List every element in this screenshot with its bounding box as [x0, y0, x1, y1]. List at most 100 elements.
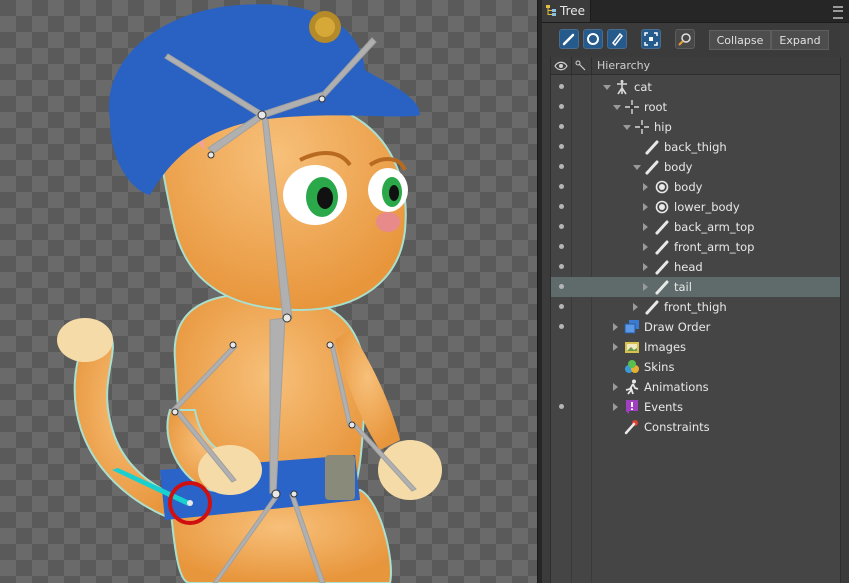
events-icon	[626, 400, 638, 414]
tree-node-label: Events	[644, 400, 683, 414]
tree-node-label: Draw Order	[644, 320, 711, 334]
expand-arrow-icon[interactable]	[643, 283, 648, 291]
tree-row-body[interactable]: body	[551, 157, 840, 177]
tab-label: Tree	[560, 4, 586, 18]
root-bone-icon	[635, 120, 649, 134]
editor-viewport[interactable]	[0, 0, 537, 583]
tree-row-front-thigh[interactable]: front_thigh	[551, 297, 840, 317]
tree-node-label: tail	[674, 280, 692, 294]
tree-row-hip[interactable]: hip	[551, 117, 840, 137]
visibility-toggle[interactable]	[559, 164, 564, 169]
show-slots-button[interactable]	[583, 29, 603, 49]
tree-row-constraints[interactable]: Constraints	[551, 417, 840, 437]
tree-node-label: head	[674, 260, 703, 274]
tree-node-label: front_thigh	[664, 300, 727, 314]
visibility-toggle[interactable]	[559, 244, 564, 249]
hierarchy-header-label: Hierarchy	[597, 59, 651, 72]
tree-row-animations[interactable]: Animations	[551, 377, 840, 397]
tree-row-body[interactable]: body	[551, 177, 840, 197]
expand-arrow-icon[interactable]	[613, 343, 618, 351]
visibility-toggle[interactable]	[559, 224, 564, 229]
tree-row-root[interactable]: root	[551, 97, 840, 117]
visibility-toggle[interactable]	[559, 404, 564, 409]
focus-button[interactable]	[641, 29, 661, 49]
attachment-icon	[612, 32, 623, 46]
tree-row-draw-order[interactable]: Draw Order	[551, 317, 840, 337]
tree-header: Hierarchy	[551, 57, 840, 75]
slot-icon	[655, 200, 669, 214]
tree-row-front-arm-top[interactable]: front_arm_top	[551, 237, 840, 257]
root-bone-icon	[625, 100, 639, 114]
expand-arrow-icon[interactable]	[643, 203, 648, 211]
tree-row-images[interactable]: Images	[551, 337, 840, 357]
tree-node-label: Images	[644, 340, 687, 354]
visibility-column-header[interactable]	[551, 57, 572, 74]
expand-arrow-icon[interactable]	[633, 303, 638, 311]
expand-arrow-icon[interactable]	[613, 323, 618, 331]
bone-icon	[655, 260, 669, 275]
tree-row-head[interactable]: head	[551, 257, 840, 277]
draw-order-icon	[624, 320, 639, 334]
expand-arrow-icon[interactable]	[643, 183, 648, 191]
tree-row-skins[interactable]: Skins	[551, 357, 840, 377]
tree-node-label: front_arm_top	[674, 240, 755, 254]
tree-row-lower-body[interactable]: lower_body	[551, 197, 840, 217]
tree-node-label: body	[664, 160, 693, 174]
tree-row-cat[interactable]: cat	[551, 77, 840, 97]
show-bones-button[interactable]	[559, 29, 579, 49]
visibility-toggle[interactable]	[559, 124, 564, 129]
skeleton-icon	[617, 80, 627, 95]
character-canvas[interactable]	[0, 0, 537, 583]
tree-row-back-arm-top[interactable]: back_arm_top	[551, 217, 840, 237]
bone-icon	[655, 220, 669, 235]
tree-panel: Tree Collapse Expand Hierarchy cat root …	[542, 0, 849, 583]
visibility-toggle[interactable]	[559, 104, 564, 109]
visibility-toggle[interactable]	[559, 264, 564, 269]
visibility-toggle[interactable]	[559, 204, 564, 209]
tree-node-label: root	[644, 100, 668, 114]
tree-node-label: lower_body	[674, 200, 740, 214]
tree-row-tail[interactable]: tail	[551, 277, 840, 297]
expand-arrow-icon[interactable]	[643, 263, 648, 271]
expand-arrow-icon[interactable]	[613, 383, 618, 391]
tree-row-back-thigh[interactable]: back_thigh	[551, 137, 840, 157]
skins-icon	[625, 360, 639, 373]
eye-icon	[554, 61, 568, 71]
visibility-toggle[interactable]	[559, 84, 564, 89]
bone-icon	[655, 240, 669, 255]
tab-tree[interactable]: Tree	[542, 0, 591, 22]
search-button[interactable]	[675, 29, 695, 49]
bone-icon	[562, 33, 575, 46]
bone-icon	[645, 300, 659, 315]
tree-node-label: Constraints	[644, 420, 710, 434]
visibility-toggle[interactable]	[559, 324, 564, 329]
bone-link-icon	[575, 60, 586, 71]
panel-menu-icon[interactable]	[833, 6, 843, 19]
visibility-toggle[interactable]	[559, 284, 564, 289]
collapse-arrow-icon[interactable]	[633, 165, 641, 170]
collapse-button[interactable]: Collapse	[709, 30, 771, 50]
expand-arrow-icon[interactable]	[643, 243, 648, 251]
tree-node-label: hip	[654, 120, 672, 134]
tree-node-label: back_arm_top	[674, 220, 755, 234]
collapse-arrow-icon[interactable]	[613, 105, 621, 110]
expand-arrow-icon[interactable]	[613, 403, 618, 411]
bone-icon	[645, 160, 659, 175]
expand-arrow-icon[interactable]	[643, 223, 648, 231]
bone-icon	[655, 280, 669, 295]
bone-column-header[interactable]	[571, 57, 592, 74]
expand-button[interactable]: Expand	[771, 30, 829, 50]
tree-node-label: back_thigh	[664, 140, 727, 154]
collapse-arrow-icon[interactable]	[603, 85, 611, 90]
show-attachments-button[interactable]	[607, 29, 627, 49]
search-icon	[678, 33, 691, 46]
visibility-toggle[interactable]	[559, 304, 564, 309]
slot-icon	[587, 33, 599, 45]
hierarchy-tree: Hierarchy cat root hip back_thighbody body lo…	[550, 57, 841, 583]
collapse-arrow-icon[interactable]	[623, 125, 631, 130]
tree-row-events[interactable]: Events	[551, 397, 840, 417]
visibility-toggle[interactable]	[559, 144, 564, 149]
visibility-toggle[interactable]	[559, 184, 564, 189]
tree-node-label: Skins	[644, 360, 675, 374]
tree-toolbar: Collapse Expand	[542, 23, 849, 57]
